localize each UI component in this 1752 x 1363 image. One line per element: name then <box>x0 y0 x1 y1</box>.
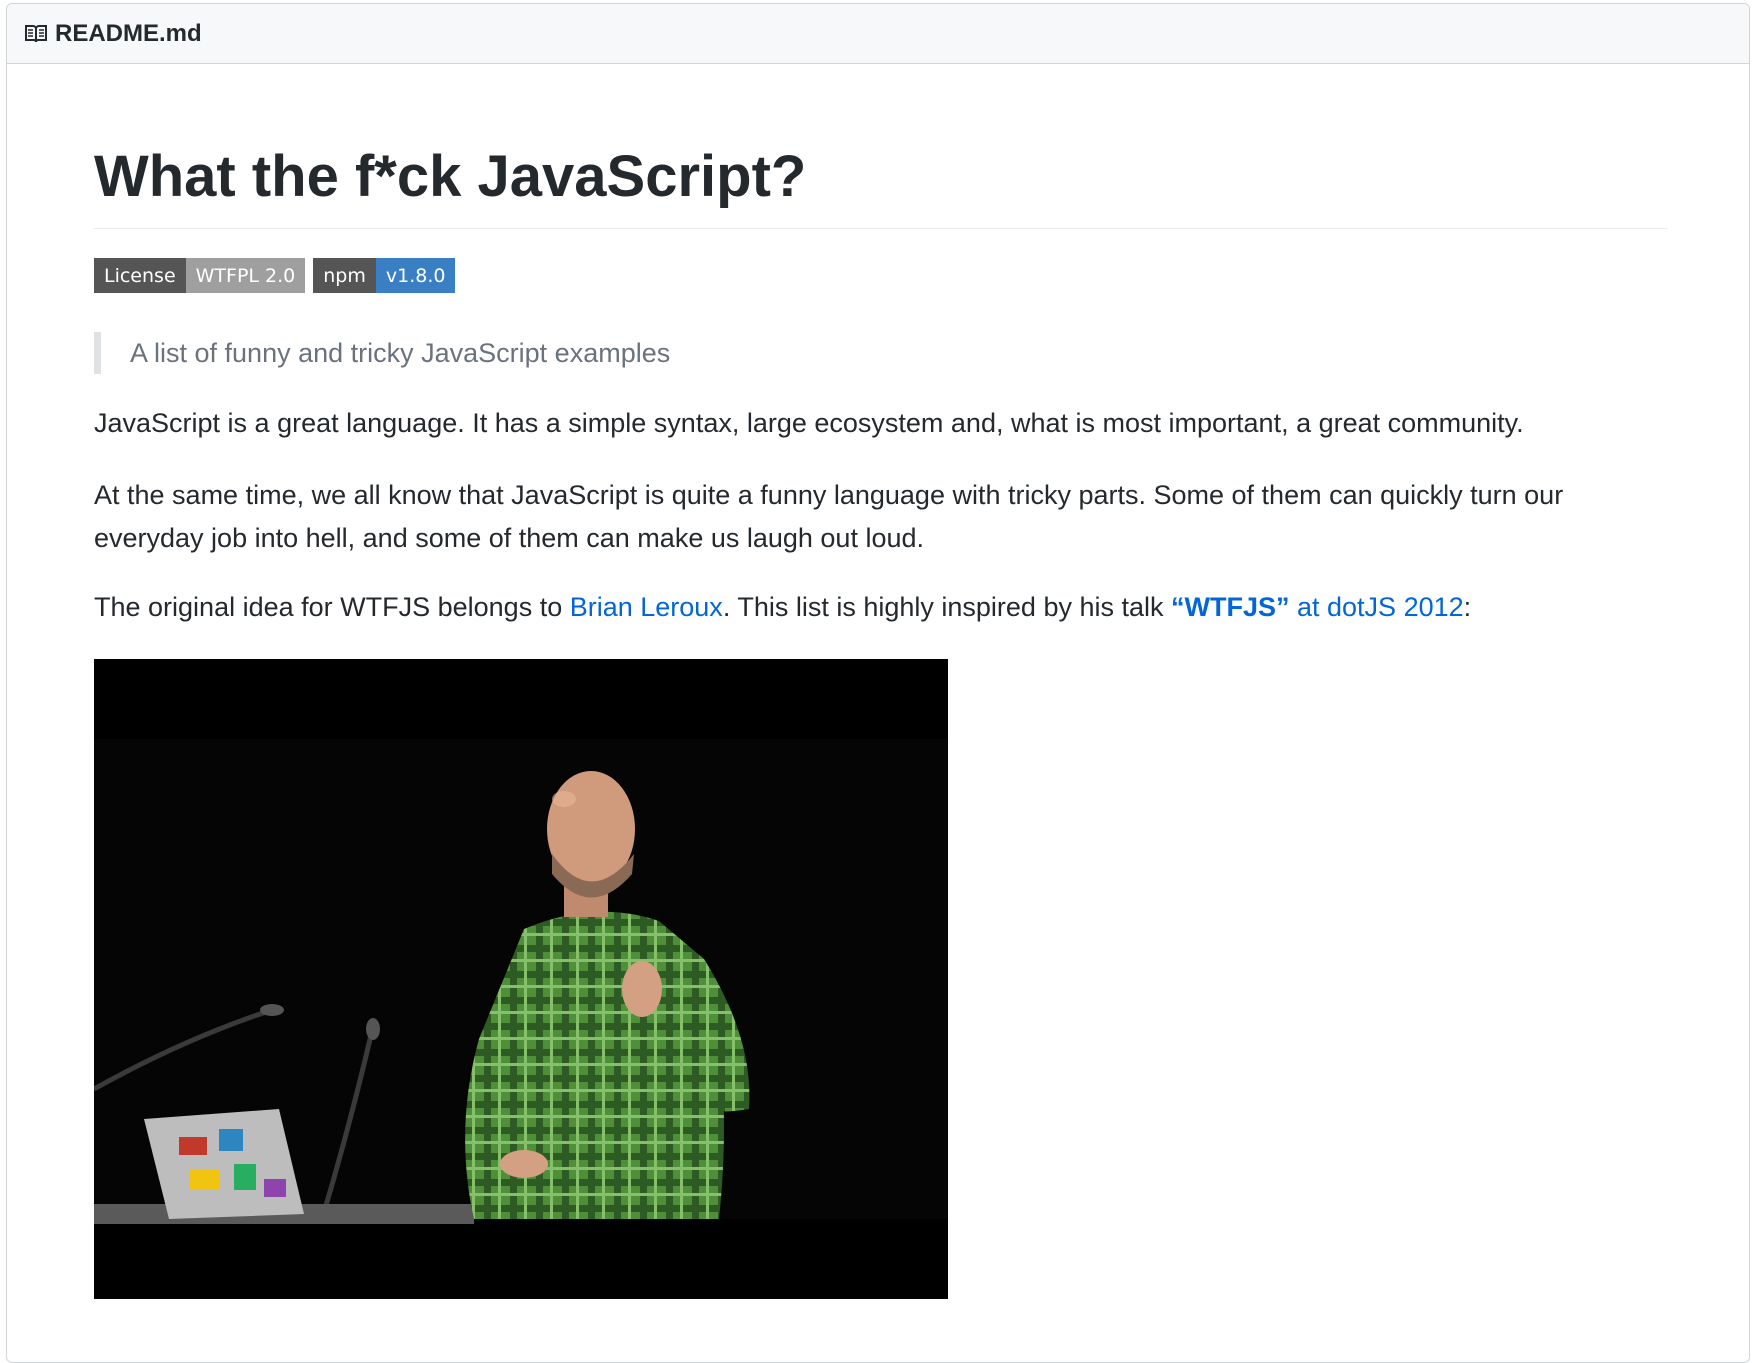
origin-text-middle: . This list is highly inspired by his ta… <box>722 592 1171 622</box>
npm-badge-key: npm <box>313 258 376 293</box>
origin-paragraph: The original idea for WTFJS belongs to B… <box>94 586 1668 629</box>
npm-badge-value: v1.8.0 <box>375 258 456 293</box>
license-badge-key: License <box>94 258 186 293</box>
brian-leroux-link[interactable]: Brian Leroux <box>570 592 723 622</box>
readme-filename-link[interactable]: README.md <box>55 20 202 48</box>
title-divider <box>94 228 1668 229</box>
license-badge-value: WTFPL 2.0 <box>185 258 306 293</box>
npm-badge[interactable]: npm v1.8.0 <box>313 258 456 293</box>
origin-text-after: : <box>1463 592 1472 622</box>
book-icon <box>23 23 49 45</box>
page-title: What the f*ck JavaScript? <box>94 144 807 209</box>
wtfjs-talk-link[interactable]: “WTFJS” at dotJS 2012 <box>1171 592 1464 622</box>
readme-header: README.md <box>7 4 1749 64</box>
origin-text-before: The original idea for WTFJS belongs to <box>94 592 570 622</box>
speaker-illustration <box>94 659 948 1299</box>
readme-container: README.md What the f*ck JavaScript? Lice… <box>6 3 1750 1363</box>
wtfjs-talk-link-bold: “WTFJS” <box>1171 592 1290 622</box>
tricky-parts-paragraph: At the same time, we all know that JavaS… <box>94 480 1564 553</box>
badge-row: License WTFPL 2.0 npm v1.8.0 <box>94 258 456 293</box>
intro-paragraph: JavaScript is a great language. It has a… <box>94 408 1524 438</box>
wtfjs-talk-link-rest: at dotJS 2012 <box>1289 592 1464 622</box>
license-badge[interactable]: License WTFPL 2.0 <box>94 258 306 293</box>
tagline-blockquote: A list of funny and tricky JavaScript ex… <box>94 332 670 374</box>
talk-video-thumbnail[interactable] <box>94 659 948 1299</box>
